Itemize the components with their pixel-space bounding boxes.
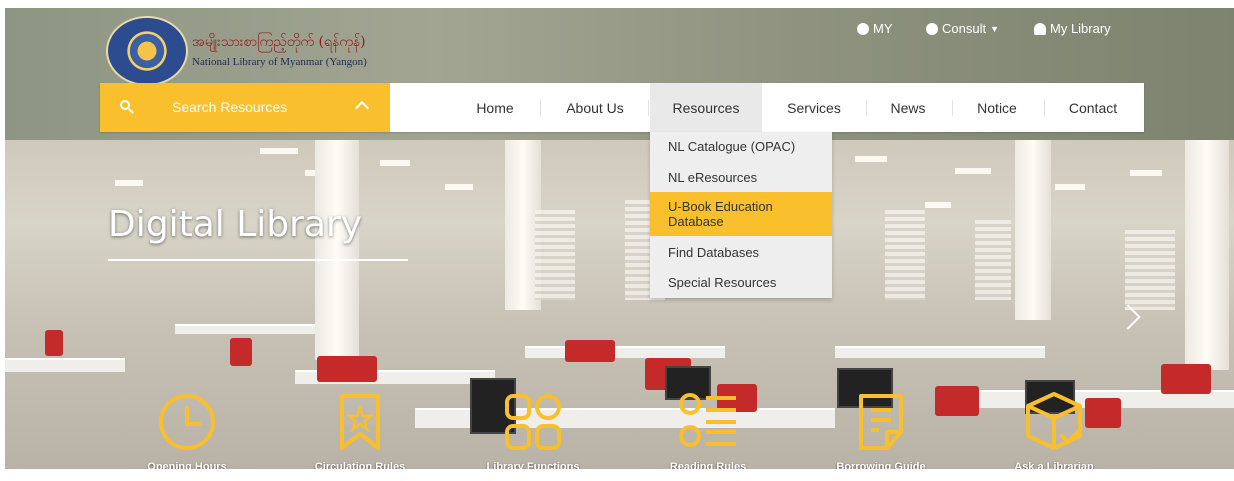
quick-link-opening-hours[interactable]: Opening Hours <box>132 390 242 469</box>
ceiling-light <box>1130 170 1162 176</box>
quick-link-label: Reading Rules <box>669 461 747 469</box>
person-icon <box>1034 22 1046 35</box>
consult-menu[interactable]: Consult ▼ <box>926 21 999 36</box>
ceiling-light <box>955 168 991 174</box>
nav-notice[interactable]: Notice <box>964 83 1030 132</box>
nav-contact[interactable]: Contact <box>1056 83 1130 132</box>
nav-home[interactable]: Home <box>460 83 530 132</box>
ceiling-light <box>925 202 951 208</box>
search-resources-toggle[interactable]: Search Resources <box>100 83 390 132</box>
dropdown-item-u-book-education-database[interactable]: U-Book Education Database <box>650 192 832 236</box>
pillar <box>1015 140 1051 320</box>
hero-underline <box>108 259 408 261</box>
quick-link-label: Circulation Rules <box>314 461 406 469</box>
dropdown-item-find-databases[interactable]: Find Databases <box>650 238 832 266</box>
nav-divider <box>540 100 541 116</box>
language-switch[interactable]: MY <box>857 21 893 36</box>
grid-icon <box>501 390 565 454</box>
desk <box>175 324 315 334</box>
chevron-down-icon: ▼ <box>990 23 999 34</box>
info-icon <box>926 22 938 35</box>
ceiling-light <box>445 184 473 190</box>
nav-divider <box>866 100 867 116</box>
globe-icon <box>857 22 869 35</box>
dropdown-item-special-resources[interactable]: Special Resources <box>650 268 832 296</box>
nav-divider <box>648 100 649 116</box>
ceiling-light <box>115 180 143 186</box>
box-check-icon <box>1022 390 1086 454</box>
dropdown-item-nl-catalogue[interactable]: NL Catalogue (OPAC) <box>650 132 832 160</box>
window-blind <box>975 220 1011 300</box>
my-library-link[interactable]: My Library <box>1034 21 1111 36</box>
desk <box>5 358 125 372</box>
main-nav: Search Resources Home About Us Resources… <box>100 83 1144 132</box>
language-label: MY <box>873 21 893 36</box>
nav-divider <box>1044 100 1045 116</box>
ceiling-light <box>855 156 887 162</box>
search-resources-label: Search Resources <box>172 99 288 115</box>
quick-link-reading-rules[interactable]: Reading Rules <box>653 390 763 469</box>
nav-about-us[interactable]: About Us <box>552 83 638 132</box>
nav-divider <box>952 100 953 116</box>
hero-banner: Digital Library Opening Hours Circulatio… <box>5 140 1234 469</box>
quick-link-circulation-rules[interactable]: Circulation Rules <box>305 390 415 469</box>
nav-resources[interactable]: Resources <box>650 83 762 132</box>
desk <box>835 346 1045 358</box>
quick-link-label: Ask a Librarian <box>1014 461 1094 469</box>
quick-link-label: Borrowing Guide <box>836 461 926 469</box>
chair <box>230 338 252 366</box>
quick-links: Opening Hours Circulation Rules Library … <box>5 390 1234 469</box>
consult-label: Consult <box>942 21 987 36</box>
window-blind <box>885 210 925 300</box>
quick-link-label: Library Functions <box>486 461 580 469</box>
clock-icon <box>155 390 219 454</box>
quick-link-borrowing-guide[interactable]: Borrowing Guide <box>826 390 936 469</box>
my-library-label: My Library <box>1050 21 1111 36</box>
dropdown-item-nl-eresources[interactable]: NL eResources <box>650 162 832 192</box>
quick-link-library-functions[interactable]: Library Functions <box>478 390 588 469</box>
quick-link-label: Opening Hours <box>147 461 227 469</box>
desk <box>525 346 725 358</box>
window-blind <box>1125 230 1175 310</box>
pillar <box>1185 140 1229 370</box>
window-blind <box>535 210 575 300</box>
document-icon <box>849 390 913 454</box>
ceiling-light <box>380 160 410 166</box>
bookmark-star-icon <box>328 390 392 454</box>
ceiling-light <box>1055 184 1085 190</box>
search-icon <box>120 100 134 114</box>
quick-link-ask-a-librarian[interactable]: Ask a Librarian <box>999 390 1109 469</box>
nav-menu: Home About Us Resources Services News No… <box>390 83 1144 132</box>
brand-name-english: National Library of Myanmar (Yangon) <box>192 55 367 68</box>
chair <box>45 330 63 356</box>
list-icon <box>676 390 740 454</box>
ceiling-light <box>260 148 298 154</box>
nav-services[interactable]: Services <box>774 83 854 132</box>
utility-nav: MY Consult ▼ My Library <box>5 21 1234 39</box>
nav-news[interactable]: News <box>878 83 938 132</box>
chair <box>317 356 377 382</box>
hero-title: Digital Library <box>108 204 363 245</box>
chevron-up-icon <box>354 100 370 116</box>
pillar <box>315 140 359 360</box>
resources-dropdown: NL Catalogue (OPAC) NL eResources U-Book… <box>650 132 832 298</box>
chair <box>565 340 615 362</box>
